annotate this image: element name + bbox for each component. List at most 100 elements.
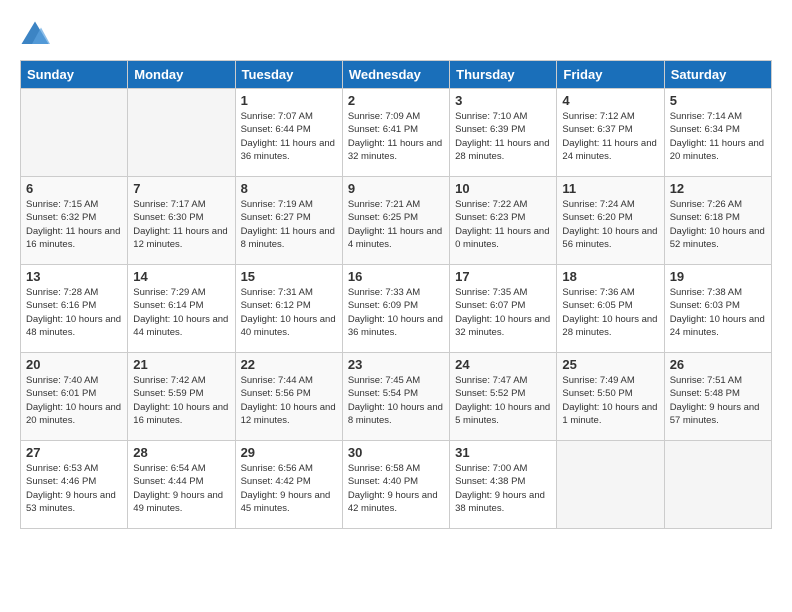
day-number: 5	[670, 93, 766, 108]
day-info: Sunrise: 7:33 AM Sunset: 6:09 PM Dayligh…	[348, 286, 444, 339]
calendar-cell: 16 Sunrise: 7:33 AM Sunset: 6:09 PM Dayli…	[342, 265, 449, 353]
day-number: 30	[348, 445, 444, 460]
calendar-cell: 6 Sunrise: 7:15 AM Sunset: 6:32 PM Daylig…	[21, 177, 128, 265]
calendar-cell: 22Sunrise: 7:44 AM Sunset: 5:56 PM Dayli…	[235, 353, 342, 441]
day-number: 16	[348, 269, 444, 284]
calendar-cell: 14Sunrise: 7:29 AM Sunset: 6:14 PM Dayli…	[128, 265, 235, 353]
day-number: 7	[133, 181, 229, 196]
day-info: Sunrise: 7:40 AM Sunset: 6:01 PM Dayligh…	[26, 374, 122, 427]
week-row-2: 6 Sunrise: 7:15 AM Sunset: 6:32 PM Daylig…	[21, 177, 772, 265]
calendar-cell: 2 Sunrise: 7:09 AM Sunset: 6:41 PM Daylig…	[342, 89, 449, 177]
day-info: Sunrise: 7:29 AM Sunset: 6:14 PM Dayligh…	[133, 286, 229, 339]
calendar-cell: 19 Sunrise: 7:38 AM Sunset: 6:03 PM Dayli…	[664, 265, 771, 353]
week-row-1: 1 Sunrise: 7:07 AM Sunset: 6:44 PM Daylig…	[21, 89, 772, 177]
calendar-cell: 27Sunrise: 6:53 AM Sunset: 4:46 PM Dayli…	[21, 441, 128, 529]
calendar-cell: 18 Sunrise: 7:36 AM Sunset: 6:05 PM Dayli…	[557, 265, 664, 353]
day-info: Sunrise: 7:36 AM Sunset: 6:05 PM Dayligh…	[562, 286, 658, 339]
day-info: Sunrise: 7:10 AM Sunset: 6:39 PM Dayligh…	[455, 110, 551, 163]
day-number: 15	[241, 269, 337, 284]
calendar-cell: 25 Sunrise: 7:49 AM Sunset: 5:50 PM Dayli…	[557, 353, 664, 441]
day-info: Sunrise: 6:54 AM Sunset: 4:44 PM Dayligh…	[133, 462, 229, 515]
day-info: Sunrise: 6:53 AM Sunset: 4:46 PM Dayligh…	[26, 462, 122, 515]
day-info: Sunrise: 7:26 AM Sunset: 6:18 PM Dayligh…	[670, 198, 766, 251]
calendar-table: SundayMondayTuesdayWednesdayThursdayFrid…	[20, 60, 772, 529]
calendar-cell: 5 Sunrise: 7:14 AM Sunset: 6:34 PM Daylig…	[664, 89, 771, 177]
day-header-wednesday: Wednesday	[342, 61, 449, 89]
day-info: Sunrise: 7:14 AM Sunset: 6:34 PM Dayligh…	[670, 110, 766, 163]
day-info: Sunrise: 7:24 AM Sunset: 6:20 PM Dayligh…	[562, 198, 658, 251]
calendar-cell: 15 Sunrise: 7:31 AM Sunset: 6:12 PM Dayli…	[235, 265, 342, 353]
calendar-cell	[664, 441, 771, 529]
day-number: 4	[562, 93, 658, 108]
calendar-cell: 26Sunrise: 7:51 AM Sunset: 5:48 PM Dayli…	[664, 353, 771, 441]
day-number: 25	[562, 357, 658, 372]
day-info: Sunrise: 7:47 AM Sunset: 5:52 PM Dayligh…	[455, 374, 551, 427]
calendar-cell: 21Sunrise: 7:42 AM Sunset: 5:59 PM Dayli…	[128, 353, 235, 441]
day-info: Sunrise: 7:22 AM Sunset: 6:23 PM Dayligh…	[455, 198, 551, 251]
calendar-cell: 8 Sunrise: 7:19 AM Sunset: 6:27 PM Daylig…	[235, 177, 342, 265]
calendar-cell: 13 Sunrise: 7:28 AM Sunset: 6:16 PM Dayli…	[21, 265, 128, 353]
day-number: 10	[455, 181, 551, 196]
calendar-cell: 17Sunrise: 7:35 AM Sunset: 6:07 PM Dayli…	[450, 265, 557, 353]
page-header	[20, 20, 772, 50]
calendar-header-row: SundayMondayTuesdayWednesdayThursdayFrid…	[21, 61, 772, 89]
calendar-cell: 29 Sunrise: 6:56 AM Sunset: 4:42 PM Dayli…	[235, 441, 342, 529]
day-number: 18	[562, 269, 658, 284]
day-info: Sunrise: 7:42 AM Sunset: 5:59 PM Dayligh…	[133, 374, 229, 427]
calendar-cell: 1 Sunrise: 7:07 AM Sunset: 6:44 PM Daylig…	[235, 89, 342, 177]
day-number: 29	[241, 445, 337, 460]
day-info: Sunrise: 7:51 AM Sunset: 5:48 PM Dayligh…	[670, 374, 766, 427]
day-info: Sunrise: 7:00 AM Sunset: 4:38 PM Dayligh…	[455, 462, 551, 515]
day-info: Sunrise: 7:35 AM Sunset: 6:07 PM Dayligh…	[455, 286, 551, 339]
day-header-sunday: Sunday	[21, 61, 128, 89]
day-number: 3	[455, 93, 551, 108]
day-info: Sunrise: 7:28 AM Sunset: 6:16 PM Dayligh…	[26, 286, 122, 339]
day-header-thursday: Thursday	[450, 61, 557, 89]
calendar-cell	[128, 89, 235, 177]
calendar-cell: 23Sunrise: 7:45 AM Sunset: 5:54 PM Dayli…	[342, 353, 449, 441]
calendar-cell	[557, 441, 664, 529]
day-header-friday: Friday	[557, 61, 664, 89]
day-number: 13	[26, 269, 122, 284]
day-info: Sunrise: 7:12 AM Sunset: 6:37 PM Dayligh…	[562, 110, 658, 163]
day-number: 6	[26, 181, 122, 196]
calendar-cell: 31Sunrise: 7:00 AM Sunset: 4:38 PM Dayli…	[450, 441, 557, 529]
day-header-saturday: Saturday	[664, 61, 771, 89]
day-number: 12	[670, 181, 766, 196]
day-info: Sunrise: 7:38 AM Sunset: 6:03 PM Dayligh…	[670, 286, 766, 339]
day-info: Sunrise: 6:56 AM Sunset: 4:42 PM Dayligh…	[241, 462, 337, 515]
logo-icon	[20, 20, 50, 50]
calendar-cell: 9Sunrise: 7:21 AM Sunset: 6:25 PM Daylig…	[342, 177, 449, 265]
week-row-5: 27Sunrise: 6:53 AM Sunset: 4:46 PM Dayli…	[21, 441, 772, 529]
day-info: Sunrise: 7:31 AM Sunset: 6:12 PM Dayligh…	[241, 286, 337, 339]
week-row-3: 13 Sunrise: 7:28 AM Sunset: 6:16 PM Dayli…	[21, 265, 772, 353]
day-info: Sunrise: 7:17 AM Sunset: 6:30 PM Dayligh…	[133, 198, 229, 251]
day-info: Sunrise: 7:07 AM Sunset: 6:44 PM Dayligh…	[241, 110, 337, 163]
calendar-cell	[21, 89, 128, 177]
day-header-monday: Monday	[128, 61, 235, 89]
calendar-cell: 20 Sunrise: 7:40 AM Sunset: 6:01 PM Dayli…	[21, 353, 128, 441]
day-number: 24	[455, 357, 551, 372]
day-number: 19	[670, 269, 766, 284]
day-number: 11	[562, 181, 658, 196]
day-number: 8	[241, 181, 337, 196]
day-info: Sunrise: 6:58 AM Sunset: 4:40 PM Dayligh…	[348, 462, 444, 515]
day-info: Sunrise: 7:49 AM Sunset: 5:50 PM Dayligh…	[562, 374, 658, 427]
calendar-cell: 10 Sunrise: 7:22 AM Sunset: 6:23 PM Dayli…	[450, 177, 557, 265]
logo	[20, 20, 54, 50]
day-header-tuesday: Tuesday	[235, 61, 342, 89]
calendar-cell: 30 Sunrise: 6:58 AM Sunset: 4:40 PM Dayli…	[342, 441, 449, 529]
day-info: Sunrise: 7:15 AM Sunset: 6:32 PM Dayligh…	[26, 198, 122, 251]
day-number: 2	[348, 93, 444, 108]
day-number: 9	[348, 181, 444, 196]
week-row-4: 20 Sunrise: 7:40 AM Sunset: 6:01 PM Dayli…	[21, 353, 772, 441]
calendar-cell: 4 Sunrise: 7:12 AM Sunset: 6:37 PM Daylig…	[557, 89, 664, 177]
day-number: 20	[26, 357, 122, 372]
calendar-cell: 28Sunrise: 6:54 AM Sunset: 4:44 PM Dayli…	[128, 441, 235, 529]
day-info: Sunrise: 7:19 AM Sunset: 6:27 PM Dayligh…	[241, 198, 337, 251]
day-info: Sunrise: 7:09 AM Sunset: 6:41 PM Dayligh…	[348, 110, 444, 163]
calendar-cell: 11 Sunrise: 7:24 AM Sunset: 6:20 PM Dayli…	[557, 177, 664, 265]
day-info: Sunrise: 7:44 AM Sunset: 5:56 PM Dayligh…	[241, 374, 337, 427]
day-number: 1	[241, 93, 337, 108]
calendar-cell: 7 Sunrise: 7:17 AM Sunset: 6:30 PM Daylig…	[128, 177, 235, 265]
